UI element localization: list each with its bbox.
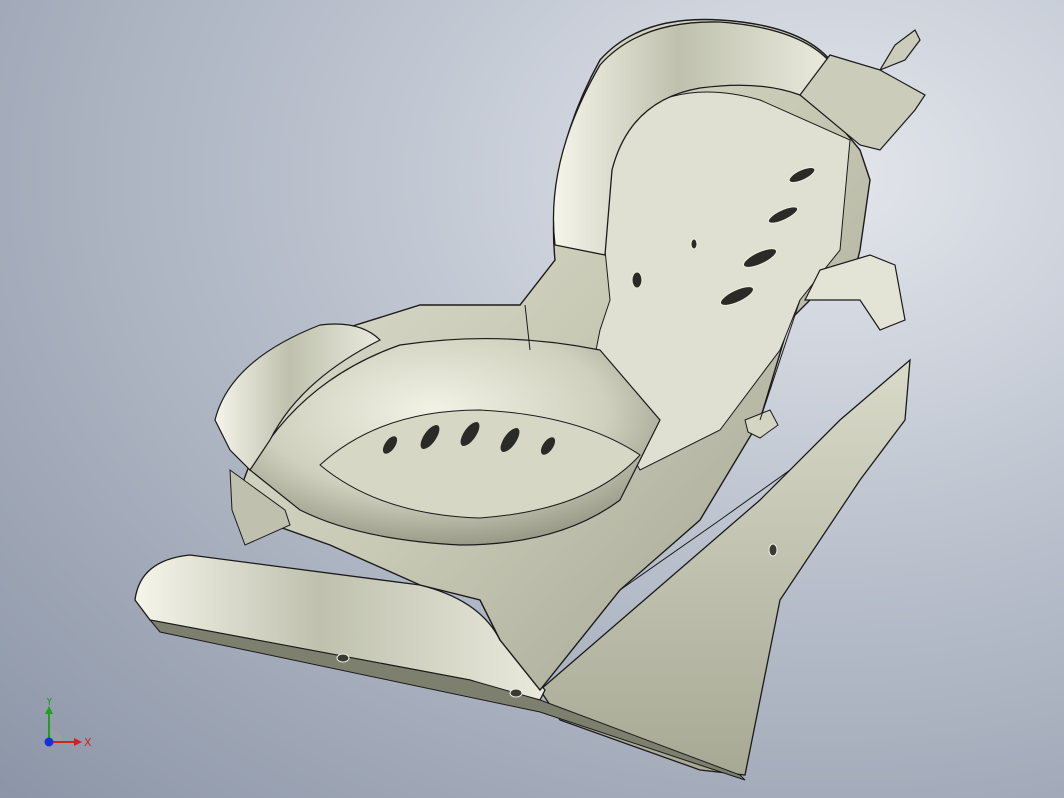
car-seat-model[interactable] bbox=[0, 0, 1064, 798]
y-axis-label: Y bbox=[45, 698, 53, 708]
3d-viewport[interactable]: X Y bbox=[0, 0, 1064, 798]
x-axis-arrow bbox=[74, 738, 82, 746]
orientation-triad: X Y bbox=[36, 695, 106, 758]
origin-dot bbox=[44, 737, 54, 747]
x-axis-label: X bbox=[84, 736, 92, 749]
